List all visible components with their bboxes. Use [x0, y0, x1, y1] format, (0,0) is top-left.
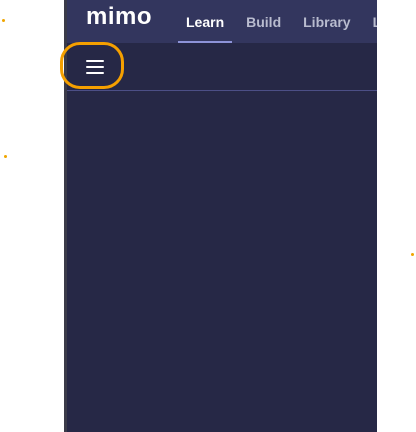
tab-label: Learn — [186, 13, 225, 30]
tab-label: Build — [246, 13, 282, 30]
screenshot-canvas: mimo Learn Build Library Li — [0, 0, 416, 432]
hamburger-icon — [86, 60, 104, 74]
tab-label: Library — [303, 13, 351, 30]
tab-truncated[interactable]: Li — [365, 0, 377, 43]
annotation-dot — [411, 253, 414, 256]
main-content-area — [67, 92, 377, 432]
tab-label: Li — [373, 14, 377, 30]
annotation-dot — [4, 155, 7, 158]
main-nav: Learn Build Library Li — [178, 0, 377, 43]
app-window: mimo Learn Build Library Li — [64, 0, 377, 432]
secondary-toolbar — [67, 43, 377, 91]
tab-library[interactable]: Library — [295, 0, 358, 43]
tab-build[interactable]: Build — [238, 0, 289, 43]
top-navigation-bar: mimo Learn Build Library Li — [67, 0, 377, 43]
menu-button[interactable] — [80, 52, 110, 82]
mimo-logo[interactable]: mimo — [86, 3, 152, 31]
annotation-dot — [2, 19, 5, 22]
tab-learn[interactable]: Learn — [178, 0, 233, 43]
